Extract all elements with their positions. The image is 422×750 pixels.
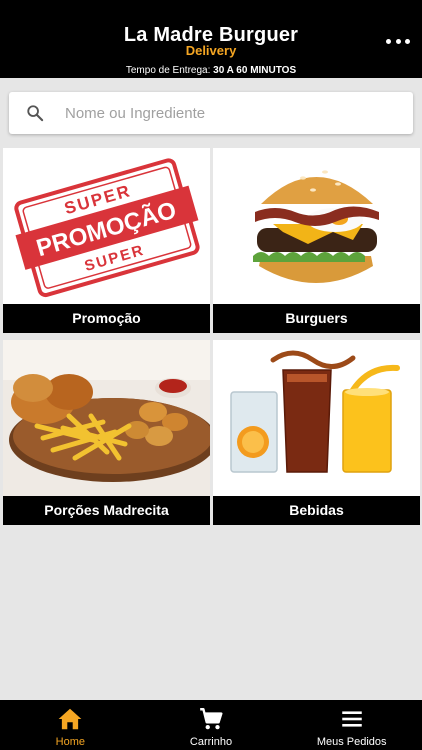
category-card-porcoes[interactable]: Porções Madrecita — [3, 340, 210, 525]
category-card-burguers[interactable]: Burguers — [213, 148, 420, 333]
search-input[interactable] — [65, 92, 405, 134]
nav-label-carrinho: Carrinho — [189, 736, 233, 748]
more-options-icon[interactable] — [386, 36, 410, 46]
nav-label-meus-pedidos: Meus Pedidos — [316, 736, 387, 748]
category-label: Porções Madrecita — [3, 496, 210, 525]
bebidas-image — [213, 340, 420, 496]
search-bar — [9, 92, 413, 134]
promocao-image: SUPER PROMOÇÃO SUPER — [3, 148, 210, 304]
delivery-time-label: Tempo de Entrega: — [125, 65, 211, 76]
nav-item-carrinho[interactable]: Carrinho — [141, 700, 282, 750]
cart-icon — [200, 708, 223, 730]
app-header: La Madre Burguer Delivery Tempo de Entre… — [0, 0, 422, 78]
bottom-navigation: Home Carrinho Meus Pedidos — [0, 700, 422, 750]
category-label: Promoção — [3, 304, 210, 333]
home-icon — [58, 708, 82, 730]
search-icon — [27, 105, 44, 122]
nav-item-meus-pedidos[interactable]: Meus Pedidos — [281, 700, 422, 750]
delivery-time: Tempo de Entrega: 30 A 60 MINUTOS — [0, 65, 422, 77]
list-icon — [341, 711, 362, 727]
category-label: Burguers — [213, 304, 420, 333]
nav-label-home: Home — [55, 736, 85, 748]
category-card-bebidas[interactable]: Bebidas — [213, 340, 420, 525]
category-label: Bebidas — [213, 496, 420, 525]
category-card-promocao[interactable]: SUPER PROMOÇÃO SUPER Promoção — [3, 148, 210, 333]
porcoes-image — [3, 340, 210, 496]
delivery-time-value: 30 A 60 MINUTOS — [213, 65, 297, 76]
burger-image — [213, 148, 420, 304]
app-subtitle: Delivery — [185, 43, 237, 58]
nav-item-home[interactable]: Home — [0, 700, 141, 750]
